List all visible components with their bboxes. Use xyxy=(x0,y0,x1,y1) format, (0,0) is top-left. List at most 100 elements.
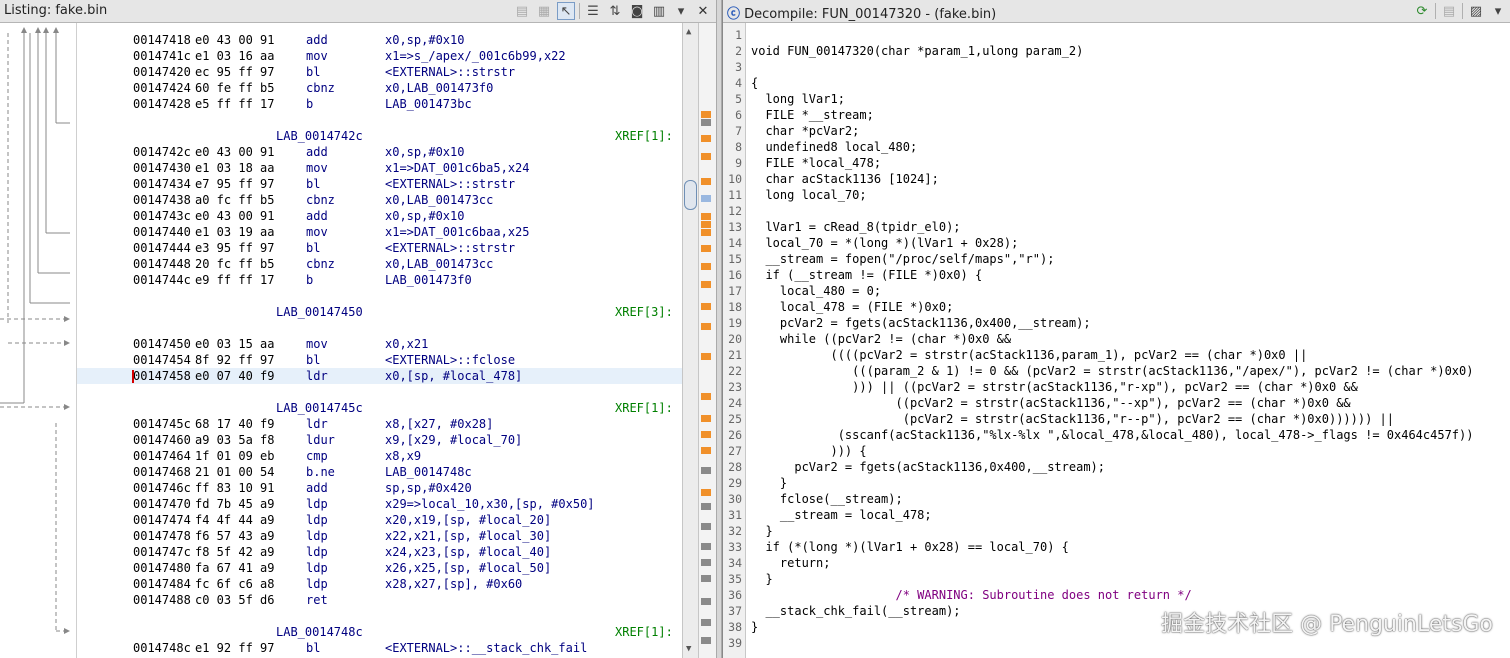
instruction-operands[interactable]: x29=>local_10,x30,[sp, #0x50] xyxy=(385,496,595,512)
instruction-address[interactable]: 00147438 xyxy=(133,192,191,208)
instruction-address[interactable]: 00147434 xyxy=(133,176,191,192)
instruction-operands[interactable]: x0,sp,#0x10 xyxy=(385,144,464,160)
listing-row[interactable]: 0014744c e9 ff ff 17 b LAB_001473f0 xyxy=(77,272,683,288)
listing-row[interactable]: 00147420 ec 95 ff 97 bl <EXTERNAL>::strstr xyxy=(77,64,683,80)
instruction-operands[interactable]: x8,x9 xyxy=(385,448,421,464)
instruction-address[interactable]: 0014744c xyxy=(133,272,191,288)
instruction-operands[interactable]: x0,LAB_001473cc xyxy=(385,256,493,272)
decompile-line[interactable]: long lVar1; xyxy=(751,91,844,107)
instruction-operands[interactable]: LAB_001473bc xyxy=(385,96,472,112)
listing-row[interactable]: 0014741c e1 03 16 aa mov x1=>s_/apex/_001c6… xyxy=(77,48,683,64)
instruction-mnemonic[interactable]: cbnz xyxy=(306,192,335,208)
decompile-line[interactable]: } xyxy=(751,523,772,539)
listing-row[interactable]: 00147468 21 01 00 54 b.ne LAB_0014748c xyxy=(77,464,683,480)
instruction-address[interactable]: 00147444 xyxy=(133,240,191,256)
listing-marker[interactable] xyxy=(701,229,711,236)
decompile-line[interactable]: if (__stream != (FILE *)0x0) { xyxy=(751,267,982,283)
code-label[interactable]: LAB_0014742c xyxy=(276,128,363,144)
instruction-mnemonic[interactable]: ldr xyxy=(306,368,328,384)
listing-label-row[interactable]: LAB_0014748c XREF[1]: xyxy=(77,624,683,640)
decompile-line[interactable]: (((param_2 & 1) != 0 && (pcVar2 = strstr… xyxy=(751,363,1473,379)
listing-marker[interactable] xyxy=(701,431,711,438)
decompile-line[interactable]: ((pcVar2 = strstr(acStack1136,"--xp"), p… xyxy=(751,395,1350,411)
instruction-address[interactable]: 00147418 xyxy=(133,32,191,48)
listing-row[interactable]: 00147474 f4 4f 44 a9 ldp x20,x19,[sp, #loca… xyxy=(77,512,683,528)
decompile-line[interactable] xyxy=(751,203,765,219)
listing-marker[interactable] xyxy=(701,503,711,510)
instruction-mnemonic[interactable]: b xyxy=(306,272,313,288)
listing-scroll-thumb[interactable] xyxy=(684,180,697,210)
listing-row[interactable]: 00147460 a9 03 5a f8 ldur x9,[x29, #local_7… xyxy=(77,432,683,448)
listing-marker[interactable] xyxy=(701,523,711,530)
listing-marker[interactable] xyxy=(701,415,711,422)
refresh-icon[interactable]: ⟳ xyxy=(1413,2,1431,20)
decompile-line[interactable]: char acStack1136 [1024]; xyxy=(751,171,938,187)
instruction-address[interactable]: 00147470 xyxy=(133,496,191,512)
listing-row[interactable]: 00147438 a0 fc ff b5 cbnz x0,LAB_001473cc xyxy=(77,192,683,208)
listing-row[interactable]: 00147428 e5 ff ff 17 b LAB_001473bc xyxy=(77,96,683,112)
copy-icon[interactable]: ▤ xyxy=(513,2,531,20)
listing-row[interactable]: 0014747c f8 5f 42 a9 ldp x24,x23,[sp, #loca… xyxy=(77,544,683,560)
listing-row[interactable]: 0014742c e0 43 00 91 add x0,sp,#0x10 xyxy=(77,144,683,160)
instruction-mnemonic[interactable]: bl xyxy=(306,352,320,368)
decompile-code-view[interactable]: void FUN_00147320(char *param_1,ulong pa… xyxy=(751,23,1510,658)
listing-marker[interactable] xyxy=(701,303,711,310)
instruction-mnemonic[interactable]: ldur xyxy=(306,432,335,448)
instruction-operands[interactable]: <EXTERNAL>::strstr xyxy=(385,176,515,192)
instruction-operands[interactable]: LAB_0014748c xyxy=(385,464,472,480)
decompile-line[interactable]: { xyxy=(751,75,758,91)
instruction-mnemonic[interactable]: bl xyxy=(306,176,320,192)
instruction-mnemonic[interactable]: b.ne xyxy=(306,464,335,480)
instruction-address[interactable]: 00147460 xyxy=(133,432,191,448)
more-icon[interactable]: ▾ xyxy=(1489,2,1507,20)
listing-label-row[interactable]: LAB_0014742c XREF[1]: xyxy=(77,128,683,144)
listing-row[interactable]: 00147480 fa 67 41 a9 ldp x26,x25,[sp, #loca… xyxy=(77,560,683,576)
decompile-line[interactable]: fclose(__stream); xyxy=(751,491,903,507)
listing-row[interactable]: 0014743c e0 43 00 91 add x0,sp,#0x10 xyxy=(77,208,683,224)
instruction-mnemonic[interactable]: ldp xyxy=(306,576,328,592)
listing-marker-margin[interactable] xyxy=(698,23,716,658)
listing-row[interactable]: 00147484 fc 6f c6 a8 ldp x28,x27,[sp], #0x6… xyxy=(77,576,683,592)
instruction-address[interactable]: 0014746c xyxy=(133,480,191,496)
listing-row[interactable]: 0014745c 68 17 40 f9 ldr x8,[x27, #0x28] xyxy=(77,416,683,432)
instruction-address[interactable]: 00147474 xyxy=(133,512,191,528)
listing-row[interactable]: 0014748c e1 92 ff 97 bl <EXTERNAL>::__stack… xyxy=(77,640,683,656)
instruction-operands[interactable]: x24,x23,[sp, #local_40] xyxy=(385,544,551,560)
instruction-mnemonic[interactable]: bl xyxy=(306,240,320,256)
listing-marker[interactable] xyxy=(701,245,711,252)
instruction-address[interactable]: 0014743c xyxy=(133,208,191,224)
instruction-operands[interactable]: x22,x21,[sp, #local_30] xyxy=(385,528,551,544)
copy-icon[interactable]: ▤ xyxy=(1440,2,1458,20)
instruction-operands[interactable]: x0,[sp, #local_478] xyxy=(385,368,522,384)
listing-marker[interactable] xyxy=(701,178,711,185)
instruction-operands[interactable]: x1=>s_/apex/_001c6b99,x22 xyxy=(385,48,566,64)
listing-row[interactable]: 00147470 fd 7b 45 a9 ldp x29=>local_10,x30,… xyxy=(77,496,683,512)
listing-marker[interactable] xyxy=(701,153,711,160)
listing-marker[interactable] xyxy=(701,135,711,142)
instruction-address[interactable]: 00147454 xyxy=(133,352,191,368)
instruction-operands[interactable]: x0,LAB_001473f0 xyxy=(385,80,493,96)
decompile-line[interactable]: local_480 = 0; xyxy=(751,283,881,299)
decompile-line[interactable]: pcVar2 = fgets(acStack1136,0x400,__strea… xyxy=(751,459,1105,475)
listing-row[interactable]: 00147488 c0 03 5f d6 ret xyxy=(77,592,683,608)
instruction-address[interactable]: 00147430 xyxy=(133,160,191,176)
listing-row[interactable]: 00147458 e0 07 40 f9 ldr x0,[sp, #local_478… xyxy=(77,368,683,384)
listing-marker[interactable] xyxy=(701,263,711,270)
xref-link[interactable]: XREF[1]: xyxy=(615,400,673,416)
instruction-mnemonic[interactable]: cmp xyxy=(306,448,328,464)
listing-marker[interactable] xyxy=(701,637,711,644)
instruction-address[interactable]: 00147428 xyxy=(133,96,191,112)
instruction-address[interactable]: 00147484 xyxy=(133,576,191,592)
instruction-operands[interactable]: x8,[x27, #0x28] xyxy=(385,416,493,432)
decompile-line[interactable]: void FUN_00147320(char *param_1,ulong pa… xyxy=(751,43,1083,59)
scroll-down-icon[interactable]: ▼ xyxy=(686,644,691,654)
instruction-address[interactable]: 00147448 xyxy=(133,256,191,272)
instruction-operands[interactable]: x9,[x29, #local_70] xyxy=(385,432,522,448)
listing-row[interactable]: 00147440 e1 03 19 aa mov x1=>DAT_001c6baa,x… xyxy=(77,224,683,240)
instruction-mnemonic[interactable]: bl xyxy=(306,640,320,656)
decompile-line[interactable]: lVar1 = cRead_8(tpidr_el0); xyxy=(751,219,960,235)
decompile-line[interactable]: ))) || ((pcVar2 = strstr(acStack1136,"r-… xyxy=(751,379,1358,395)
snapshot-icon[interactable]: ◙ xyxy=(628,2,646,20)
instruction-address[interactable]: 00147478 xyxy=(133,528,191,544)
decompile-line[interactable]: if (*(long *)(lVar1 + 0x28) == local_70)… xyxy=(751,539,1068,555)
